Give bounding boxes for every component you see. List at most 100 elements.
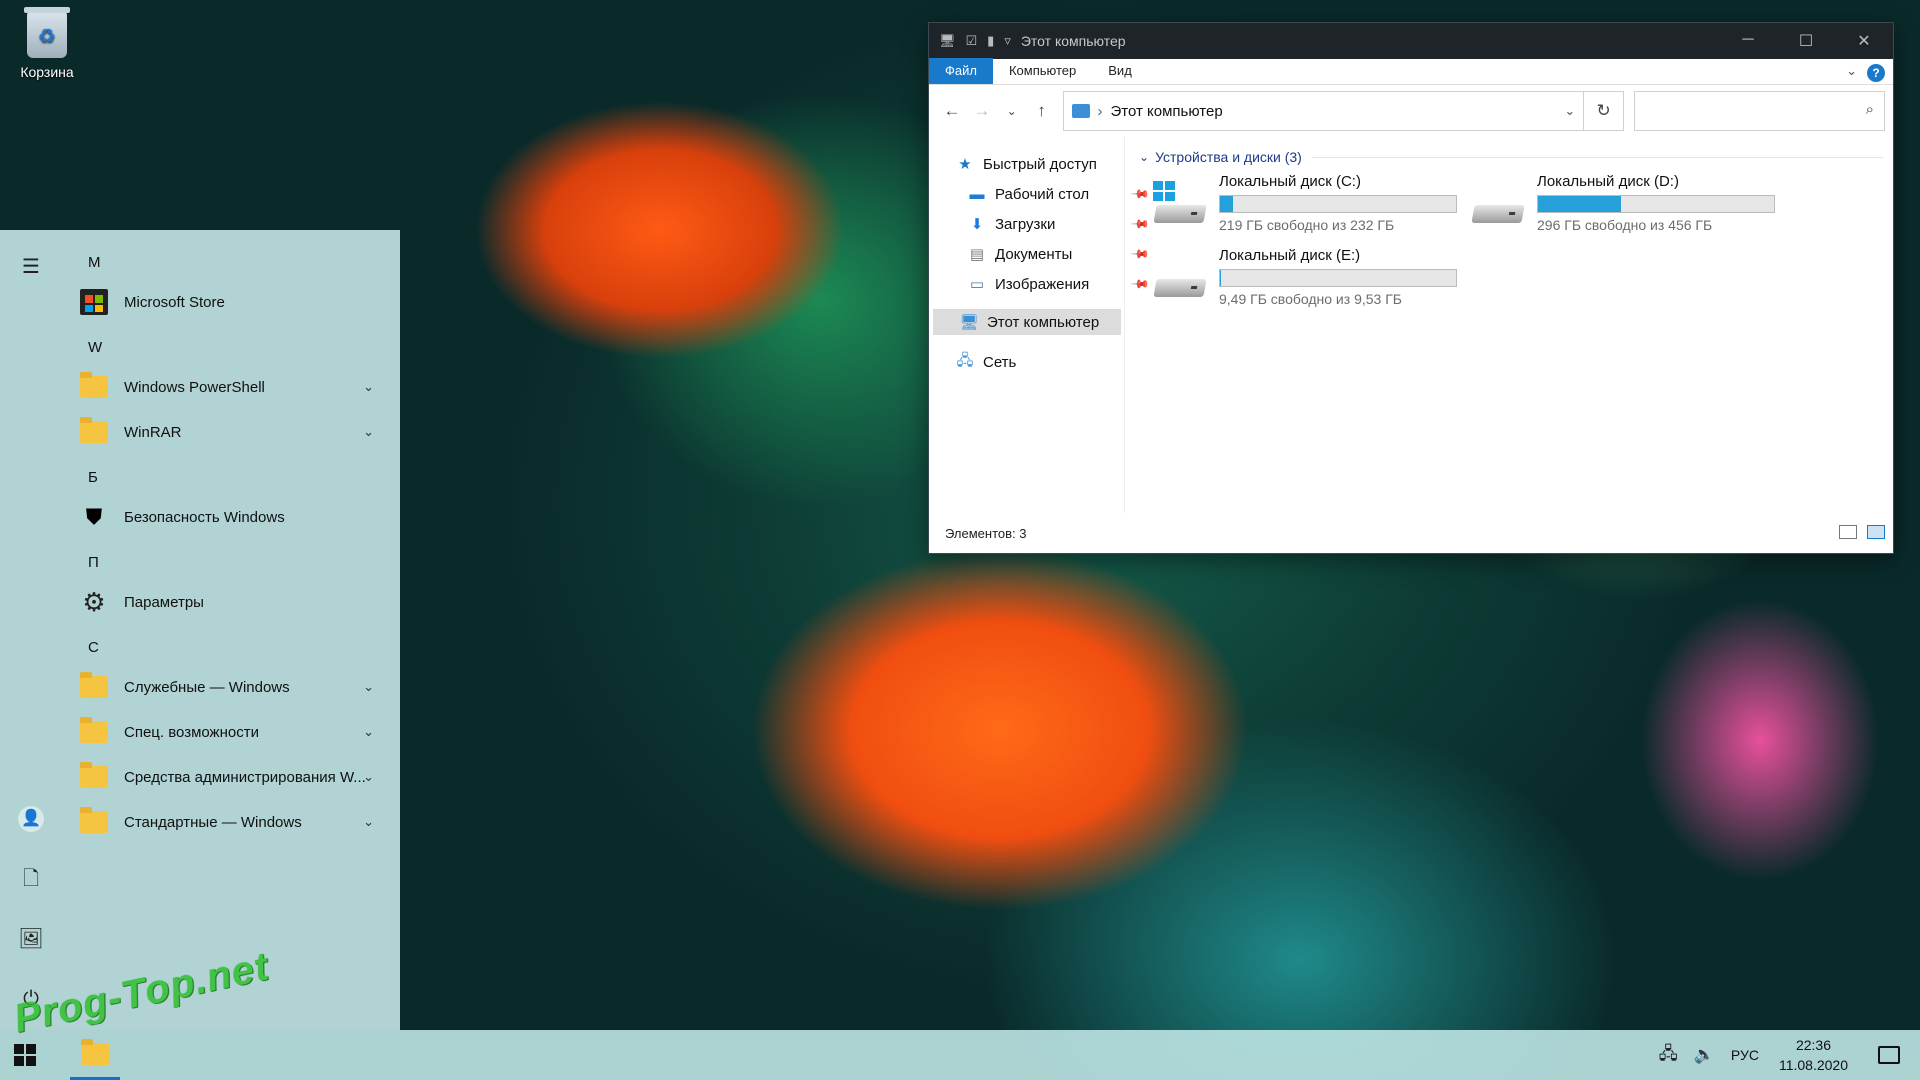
tab-view[interactable]: Вид [1092,58,1148,84]
window-title: Этот компьютер [1020,33,1126,49]
search-input[interactable]: ⌕ [1634,91,1886,131]
start-app-label: WinRAR [124,423,182,441]
close-button[interactable]: ✕ [1835,31,1893,51]
forward-button[interactable]: → [967,101,997,121]
network-icon[interactable]: 🖧 [1659,1041,1678,1070]
start-app-item[interactable]: Стандартные — Windows ⌄ [78,802,384,842]
pictures-icon[interactable]: 🖼 [18,926,44,952]
app-list: M Microsoft Store W Windows PowerShell ⌄ WinR… [62,230,400,1030]
drive-tile[interactable]: Локальный диск (C:) 219 ГБ свободно из 23… [1153,173,1463,233]
nav-network[interactable]: 🖧 Сеть [955,349,1017,375]
drive-usage-fill [1220,196,1234,212]
folder-icon [78,671,110,703]
start-app-item[interactable]: Microsoft Store [78,282,384,322]
drive-free-space: 219 ГБ свободно из 232 ГБ [1219,217,1395,233]
group-letter[interactable]: W [88,339,102,356]
group-letter[interactable]: M [88,254,101,271]
windows-logo-icon [1153,181,1175,201]
document-icon[interactable]: 🗋 [18,866,44,892]
navigation-pane: ★ Быстрый доступ ▬ Рабочий стол 📌 ⬇ Загр… [929,137,1151,513]
back-button[interactable]: ← [937,101,967,121]
notification-center-icon[interactable] [1878,1046,1900,1064]
start-app-item[interactable]: Windows PowerShell ⌄ [78,367,384,407]
tab-file[interactable]: Файл [929,58,993,84]
clock[interactable]: 22:36 11.08.2020 [1779,1035,1848,1075]
drive-free-space: 9,49 ГБ свободно из 9,53 ГБ [1219,291,1402,307]
star-icon: ★ [958,156,972,173]
expand-ribbon-icon[interactable]: ⌄ [1846,63,1857,79]
up-button[interactable]: ↑ [1027,101,1057,121]
gear-icon: ⚙ [82,586,106,617]
status-bar: Элементов: 3 [929,513,1893,553]
hard-drive-icon [1153,255,1207,301]
nav-documents[interactable]: ▤ Документы 📌 [967,241,1151,267]
hard-drive-icon [1153,181,1207,227]
expand-chevron-icon[interactable]: ⌄ [363,724,374,740]
nav-desktop[interactable]: ▬ Рабочий стол 📌 [967,181,1151,207]
start-app-item[interactable]: Спец. возможности ⌄ [78,712,384,752]
taskbar: 🖧 🔈 РУС 22:36 11.08.2020 [0,1030,1920,1080]
customize-toolbar-icon[interactable]: ▿ [1004,33,1011,49]
nav-downloads[interactable]: ⬇ Загрузки 📌 [967,211,1151,237]
folder-icon [81,1038,109,1065]
folder-icon [78,416,110,448]
properties-icon[interactable]: ☑ [966,33,978,49]
navigation-bar: ← → ⌄ ↑ › Этот компьютер ⌄ ↻ ⌕ [929,85,1893,137]
explorer-window: 🖥 ☑ ▮ ▿ Этот компьютер ─ ☐ ✕ Файл Компью… [928,22,1894,554]
this-pc-icon: 🖥 [959,314,979,331]
start-app-label: Параметры [124,593,204,611]
expand-chevron-icon[interactable]: ⌄ [363,424,374,440]
nav-label: Рабочий стол [995,185,1090,203]
start-app-item[interactable]: Средства администрирования W... ⌄ [78,757,384,797]
desktop-icon: ▬ [969,185,985,203]
address-bar[interactable]: › Этот компьютер ⌄ [1062,91,1585,131]
folder-icon [78,716,110,748]
nav-label: Изображения [995,275,1090,293]
expand-chevron-icon[interactable]: ⌄ [363,679,374,695]
recent-locations-button[interactable]: ⌄ [997,104,1027,118]
title-bar[interactable]: 🖥 ☑ ▮ ▿ Этот компьютер ─ ☐ ✕ [929,23,1893,59]
drive-tile[interactable]: Локальный диск (D:) 296 ГБ свободно из 45… [1471,173,1781,233]
nav-pictures[interactable]: ▭ Изображения 📌 [967,271,1151,297]
group-letter[interactable]: Б [88,469,98,486]
tiles-view-icon[interactable] [1867,525,1885,539]
nav-this-pc[interactable]: 🖥 Этот компьютер [933,309,1121,335]
group-letter[interactable]: С [88,639,99,656]
expand-chevron-icon[interactable]: ⌄ [363,769,374,785]
folder-icon [78,806,110,838]
store-icon [78,286,110,318]
nav-quick-access[interactable]: ★ Быстрый доступ [955,151,1097,177]
drive-tile[interactable]: Локальный диск (E:) 9,49 ГБ свободно из 9… [1153,247,1463,307]
devices-group-header[interactable]: ⌄ Устройства и диски (3) [1139,149,1883,165]
drive-free-space: 296 ГБ свободно из 456 ГБ [1537,217,1713,233]
details-view-icon[interactable] [1839,525,1857,539]
hamburger-menu-icon[interactable]: ☰ [18,254,44,280]
start-app-label: Безопасность Windows [124,508,285,526]
expand-chevron-icon[interactable]: ⌄ [363,379,374,395]
volume-icon[interactable]: 🔈 [1694,1045,1715,1065]
document-icon: ▤ [969,246,985,263]
group-title: Устройства и диски (3) [1155,149,1302,165]
start-app-item[interactable]: ⛊ Безопасность Windows [78,497,384,537]
start-app-item[interactable]: WinRAR ⌄ [78,412,384,452]
help-icon[interactable]: ? [1867,64,1885,82]
expand-chevron-icon[interactable]: ⌄ [363,814,374,830]
taskbar-file-explorer[interactable] [70,1030,120,1080]
start-app-item[interactable]: ⚙ Параметры [78,582,384,622]
this-pc-icon [1071,104,1090,118]
language-indicator[interactable]: РУС [1731,1047,1759,1063]
start-app-item[interactable]: Служебные — Windows ⌄ [78,667,384,707]
refresh-button[interactable]: ↻ [1584,91,1625,131]
tab-computer[interactable]: Компьютер [993,58,1092,84]
start-button[interactable] [14,1044,36,1066]
breadcrumb-separator-icon[interactable]: › [1098,103,1103,120]
new-folder-icon[interactable]: ▮ [987,33,994,49]
user-icon[interactable]: 👤 [18,806,44,832]
shield-icon: ⛊ [85,504,103,529]
minimize-button[interactable]: ─ [1719,31,1777,51]
start-app-label: Средства администрирования W... [124,768,366,786]
address-dropdown-icon[interactable]: ⌄ [1564,103,1575,119]
group-letter[interactable]: П [88,554,99,571]
maximize-button[interactable]: ☐ [1777,31,1835,51]
recycle-bin-shortcut[interactable]: Корзина [8,7,86,80]
